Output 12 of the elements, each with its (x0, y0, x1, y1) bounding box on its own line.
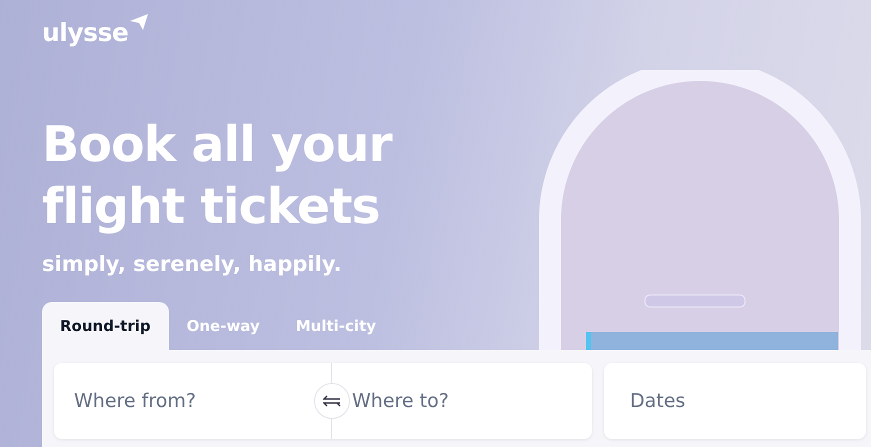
hero-title: Book all your flight tickets (42, 115, 394, 237)
trip-type-tab[interactable]: One-way (168, 302, 278, 350)
logo[interactable]: ulysse (42, 18, 128, 47)
destination-field[interactable]: Where to? (350, 363, 592, 439)
dates-field[interactable]: Dates (604, 363, 866, 439)
trip-type-tab[interactable]: Round-trip (42, 302, 169, 350)
swap-button[interactable] (314, 383, 350, 419)
hero-subtitle: simply, serenely, happily. (42, 252, 343, 276)
trip-type-tab[interactable]: Multi-city (278, 302, 394, 350)
swap-arrows-icon (323, 395, 341, 407)
origin-field[interactable]: Where from? (54, 363, 314, 439)
paper-plane-icon (130, 14, 148, 30)
